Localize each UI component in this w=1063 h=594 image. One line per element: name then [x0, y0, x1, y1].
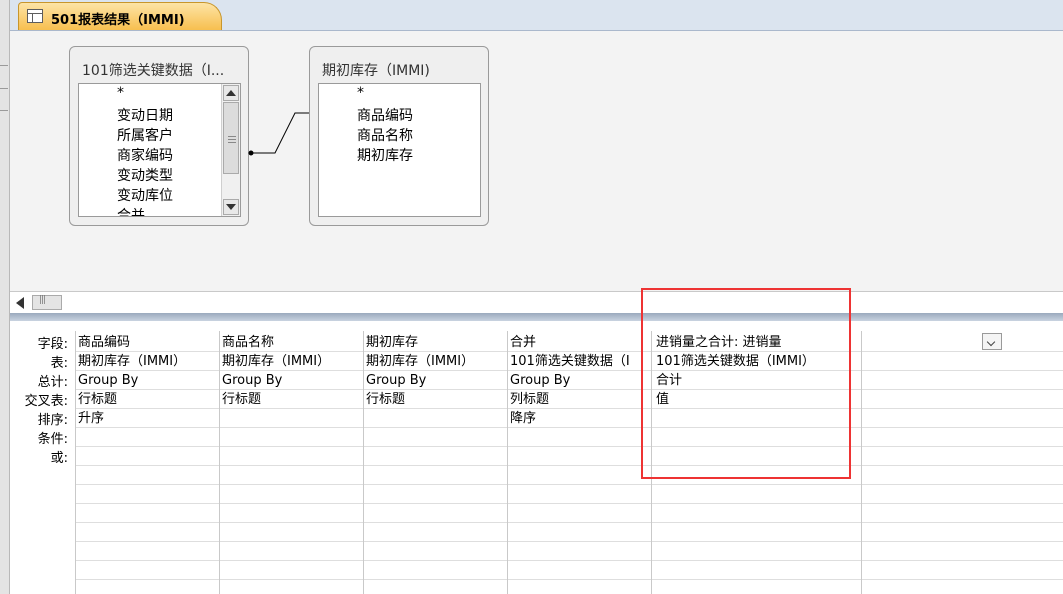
grid-cell-total[interactable]: Group By	[222, 371, 282, 390]
design-pane-hscrollbar[interactable]	[10, 291, 1063, 315]
row-label-table: 表:	[50, 356, 68, 371]
grid-cell-total[interactable]: 合计	[656, 371, 682, 390]
field-item[interactable]: 商品名称	[357, 125, 413, 145]
strip-mark	[0, 110, 8, 111]
hscroll-thumb[interactable]	[32, 295, 62, 310]
row-label-crosstab: 交叉表:	[24, 394, 68, 409]
pane-splitter[interactable]	[10, 313, 1063, 321]
row-label-sort: 排序:	[37, 413, 68, 428]
grid-cell-field[interactable]: 商品编码	[78, 333, 130, 352]
query-icon	[27, 9, 43, 23]
chevron-down-icon	[226, 204, 236, 210]
scroll-up-button[interactable]	[223, 85, 239, 101]
grid-cell-field[interactable]: 商品名称	[222, 333, 274, 352]
grid-cell-crosstab[interactable]: 列标题	[510, 390, 549, 409]
scroll-down-button[interactable]	[223, 199, 239, 215]
grid-cell-sort[interactable]: 降序	[510, 409, 536, 428]
field-list[interactable]: * 变动日期 所属客户 商家编码 变动类型 变动库位 合并	[78, 83, 241, 217]
grid-column[interactable]: 合并 101筛选关键数据（I Group By 列标题 降序	[507, 331, 651, 594]
grid-column[interactable]: 商品编码 期初库存（IMMI） Group By 行标题 升序	[75, 331, 219, 594]
field-item[interactable]: 商家编码	[117, 145, 173, 165]
grip-icon	[228, 136, 236, 145]
field-item[interactable]: 所属客户	[117, 125, 173, 145]
strip-mark	[0, 88, 8, 89]
grid-cell-table[interactable]: 期初库存（IMMI）	[78, 352, 186, 371]
chevron-up-icon	[226, 90, 236, 96]
field-item[interactable]: 变动库位	[117, 185, 173, 205]
field-item[interactable]: *	[357, 85, 364, 101]
row-label-criteria: 条件:	[37, 432, 68, 447]
table-box-101-filter[interactable]: 101筛选关键数据（I... * 变动日期 所属客户 商家编码 变动类型 变动库…	[69, 46, 249, 226]
grid-cell-table[interactable]: 期初库存（IMMI）	[222, 352, 330, 371]
row-label-or: 或:	[50, 451, 68, 466]
query-design-pane[interactable]: 101筛选关键数据（I... * 变动日期 所属客户 商家编码 变动类型 变动库…	[10, 31, 1063, 291]
grid-cell-field[interactable]: 期初库存	[366, 333, 418, 352]
document-tab-bar: 501报表结果（IMMI)	[10, 0, 1063, 31]
table-box-title: 101筛选关键数据（I...	[82, 63, 225, 79]
field-item[interactable]: 商品编码	[357, 105, 413, 125]
scroll-thumb[interactable]	[223, 102, 239, 174]
field-item[interactable]: 变动类型	[117, 165, 173, 185]
join-line[interactable]	[245, 109, 315, 159]
grid-column[interactable]	[861, 331, 1063, 594]
query-design-grid[interactable]: 字段: 表: 总计: 交叉表: 排序: 条件: 或: 商品编码 期初库存（IMM…	[10, 321, 1063, 594]
grid-cell-total[interactable]: Group By	[78, 371, 138, 390]
grid-cell-table[interactable]: 101筛选关键数据（I	[510, 352, 650, 371]
grid-cell-crosstab[interactable]: 行标题	[222, 390, 261, 409]
grid-cell-total[interactable]: Group By	[510, 371, 570, 390]
field-item[interactable]: *	[117, 85, 124, 101]
grid-column[interactable]: 商品名称 期初库存（IMMI） Group By 行标题	[219, 331, 363, 594]
grid-cell-total[interactable]: Group By	[366, 371, 426, 390]
row-label-total: 总计:	[37, 375, 68, 390]
table-box-opening-stock[interactable]: 期初库存（IMMI) * 商品编码 商品名称 期初库存	[309, 46, 489, 226]
field-item[interactable]: 变动日期	[117, 105, 173, 125]
field-dropdown-button[interactable]	[982, 333, 1002, 350]
field-item[interactable]: 期初库存	[357, 145, 413, 165]
document-tab[interactable]: 501报表结果（IMMI)	[18, 2, 222, 30]
field-item[interactable]: 合并	[117, 205, 145, 216]
grid-cell-crosstab[interactable]: 行标题	[366, 390, 405, 409]
field-list-scrollbar[interactable]	[221, 84, 240, 216]
table-box-title: 期初库存（IMMI)	[322, 63, 430, 79]
grid-cell-table[interactable]: 101筛选关键数据（IMMI）	[656, 352, 815, 371]
chevron-left-icon[interactable]	[14, 296, 28, 310]
field-list[interactable]: * 商品编码 商品名称 期初库存	[318, 83, 481, 217]
grid-column[interactable]: 进销量之合计: 进销量 101筛选关键数据（IMMI） 合计 值	[651, 331, 861, 594]
left-edge-strip	[0, 0, 10, 594]
row-label-field: 字段:	[37, 337, 68, 352]
grid-cell-crosstab[interactable]: 值	[656, 390, 669, 409]
grid-cell-table[interactable]: 期初库存（IMMI）	[366, 352, 474, 371]
grid-cell-crosstab[interactable]: 行标题	[78, 390, 117, 409]
grid-column[interactable]: 期初库存 期初库存（IMMI） Group By 行标题	[363, 331, 507, 594]
grid-cell-field[interactable]: 进销量之合计: 进销量	[656, 333, 782, 352]
grid-cell-field[interactable]: 合并	[510, 333, 650, 352]
document-tab-title: 501报表结果（IMMI)	[51, 13, 185, 28]
grid-cell-sort[interactable]: 升序	[78, 409, 104, 428]
strip-mark	[0, 65, 8, 66]
